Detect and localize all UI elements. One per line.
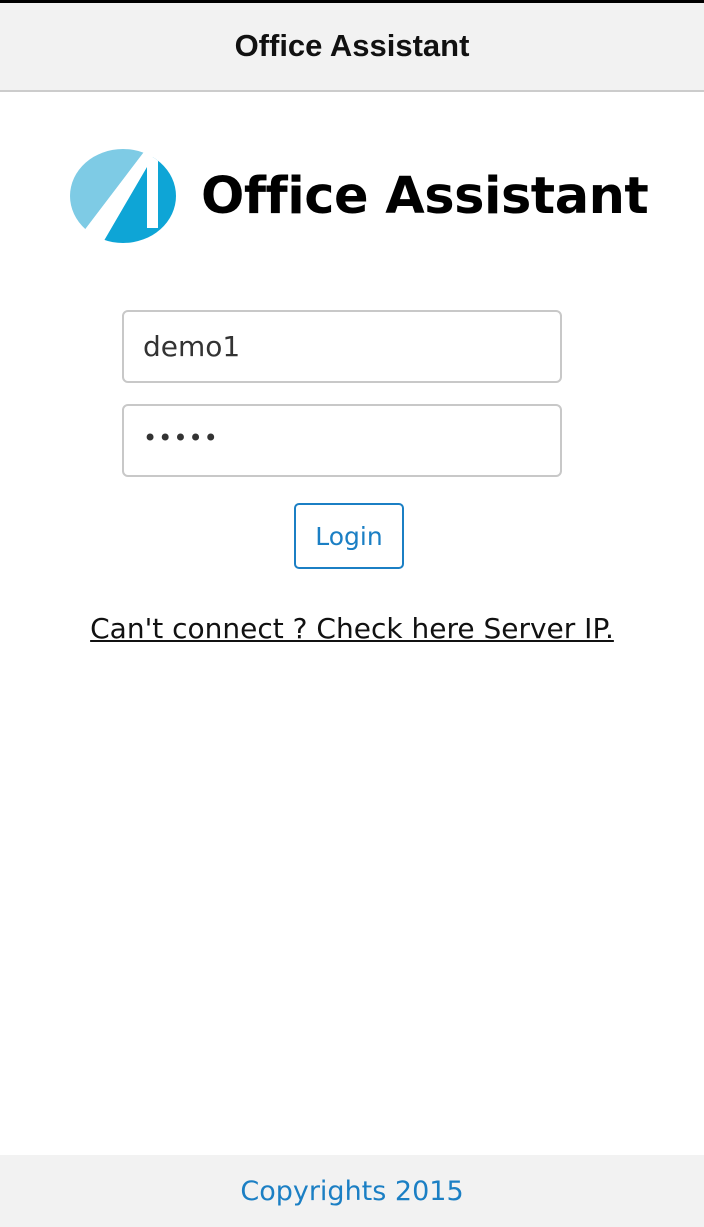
office-assistant-logo-icon (70, 149, 176, 243)
copyright-text: Copyrights 2015 (240, 1175, 464, 1207)
username-field[interactable]: demo1 (122, 310, 562, 383)
footer: Copyrights 2015 (0, 1155, 704, 1227)
app-logo: Office Assistant (69, 148, 649, 244)
password-value: ••••• (143, 423, 219, 452)
header-bar: Office Assistant (0, 3, 704, 92)
login-page: Office Assistant Office Assistant demo1 … (0, 0, 704, 1227)
page-title: Office Assistant (234, 27, 470, 63)
logo-text: Office Assistant (201, 166, 649, 226)
password-field[interactable]: ••••• (122, 404, 562, 477)
username-value: demo1 (143, 330, 241, 363)
server-ip-link[interactable]: Can't connect ? Check here Server IP. (0, 612, 704, 645)
login-button[interactable]: Login (294, 503, 404, 569)
